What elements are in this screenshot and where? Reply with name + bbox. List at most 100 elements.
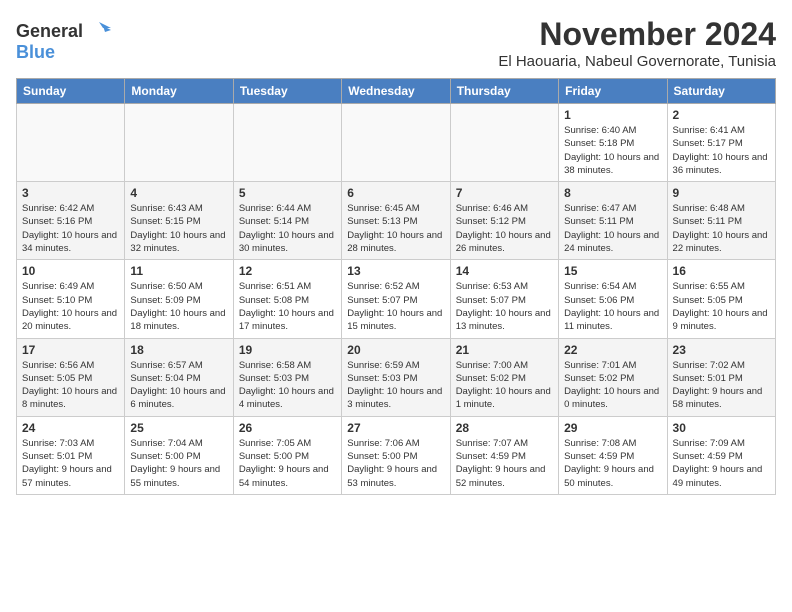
calendar-cell: 8 Sunrise: 6:47 AM Sunset: 5:11 PM Daylig… xyxy=(559,182,667,260)
day-detail: Sunrise: 7:06 AM Sunset: 5:00 PM Dayligh… xyxy=(347,437,444,490)
day-number: 17 xyxy=(22,343,119,357)
logo-general-text: General xyxy=(16,21,83,42)
day-number: 19 xyxy=(239,343,336,357)
calendar-cell xyxy=(450,104,558,182)
day-detail: Sunrise: 6:52 AM Sunset: 5:07 PM Dayligh… xyxy=(347,280,444,333)
day-detail: Sunrise: 6:41 AM Sunset: 5:17 PM Dayligh… xyxy=(673,124,770,177)
logo-bird-icon xyxy=(85,20,111,42)
day-detail: Sunrise: 6:58 AM Sunset: 5:03 PM Dayligh… xyxy=(239,359,336,412)
day-number: 25 xyxy=(130,421,227,435)
calendar-week-row: 1Sunrise: 6:40 AM Sunset: 5:18 PM Daylig… xyxy=(17,104,776,182)
title-block: November 2024 El Haouaria, Nabeul Govern… xyxy=(498,16,776,70)
weekday-header-saturday: Saturday xyxy=(667,79,775,104)
weekday-header-friday: Friday xyxy=(559,79,667,104)
day-detail: Sunrise: 7:02 AM Sunset: 5:01 PM Dayligh… xyxy=(673,359,770,412)
day-detail: Sunrise: 6:46 AM Sunset: 5:12 PM Dayligh… xyxy=(456,202,553,255)
calendar-cell: 5 Sunrise: 6:44 AM Sunset: 5:14 PM Daylig… xyxy=(233,182,341,260)
calendar-cell: 21 Sunrise: 7:00 AM Sunset: 5:02 PM Dayli… xyxy=(450,338,558,416)
day-detail: Sunrise: 7:09 AM Sunset: 4:59 PM Dayligh… xyxy=(673,437,770,490)
day-number: 21 xyxy=(456,343,553,357)
calendar-cell: 22Sunrise: 7:01 AM Sunset: 5:02 PM Dayli… xyxy=(559,338,667,416)
calendar-cell: 26 Sunrise: 7:05 AM Sunset: 5:00 PM Dayli… xyxy=(233,416,341,494)
calendar-cell: 11 Sunrise: 6:50 AM Sunset: 5:09 PM Dayli… xyxy=(125,260,233,338)
day-number: 30 xyxy=(673,421,770,435)
calendar-cell: 10Sunrise: 6:49 AM Sunset: 5:10 PM Dayli… xyxy=(17,260,125,338)
day-detail: Sunrise: 7:05 AM Sunset: 5:00 PM Dayligh… xyxy=(239,437,336,490)
calendar-cell: 3Sunrise: 6:42 AM Sunset: 5:16 PM Daylig… xyxy=(17,182,125,260)
day-detail: Sunrise: 7:04 AM Sunset: 5:00 PM Dayligh… xyxy=(130,437,227,490)
page-header: General Blue November 2024 El Haouaria, … xyxy=(16,16,776,70)
calendar-week-row: 10Sunrise: 6:49 AM Sunset: 5:10 PM Dayli… xyxy=(17,260,776,338)
calendar-cell: 27Sunrise: 7:06 AM Sunset: 5:00 PM Dayli… xyxy=(342,416,450,494)
day-number: 4 xyxy=(130,186,227,200)
weekday-header-sunday: Sunday xyxy=(17,79,125,104)
day-number: 13 xyxy=(347,264,444,278)
day-number: 7 xyxy=(456,186,553,200)
day-detail: Sunrise: 7:08 AM Sunset: 4:59 PM Dayligh… xyxy=(564,437,661,490)
calendar-cell: 16Sunrise: 6:55 AM Sunset: 5:05 PM Dayli… xyxy=(667,260,775,338)
calendar-cell xyxy=(125,104,233,182)
calendar-cell: 12 Sunrise: 6:51 AM Sunset: 5:08 PM Dayli… xyxy=(233,260,341,338)
day-detail: Sunrise: 6:43 AM Sunset: 5:15 PM Dayligh… xyxy=(130,202,227,255)
day-detail: Sunrise: 7:07 AM Sunset: 4:59 PM Dayligh… xyxy=(456,437,553,490)
calendar-cell: 14 Sunrise: 6:53 AM Sunset: 5:07 PM Dayli… xyxy=(450,260,558,338)
day-detail: Sunrise: 6:54 AM Sunset: 5:06 PM Dayligh… xyxy=(564,280,661,333)
calendar-cell: 15Sunrise: 6:54 AM Sunset: 5:06 PM Dayli… xyxy=(559,260,667,338)
day-number: 14 xyxy=(456,264,553,278)
day-detail: Sunrise: 6:48 AM Sunset: 5:11 PM Dayligh… xyxy=(673,202,770,255)
weekday-header-wednesday: Wednesday xyxy=(342,79,450,104)
calendar-cell: 28 Sunrise: 7:07 AM Sunset: 4:59 PM Dayli… xyxy=(450,416,558,494)
calendar-cell: 23 Sunrise: 7:02 AM Sunset: 5:01 PM Dayli… xyxy=(667,338,775,416)
day-detail: Sunrise: 6:44 AM Sunset: 5:14 PM Dayligh… xyxy=(239,202,336,255)
day-number: 9 xyxy=(673,186,770,200)
day-detail: Sunrise: 6:59 AM Sunset: 5:03 PM Dayligh… xyxy=(347,359,444,412)
day-number: 20 xyxy=(347,343,444,357)
day-detail: Sunrise: 7:03 AM Sunset: 5:01 PM Dayligh… xyxy=(22,437,119,490)
calendar-cell: 1Sunrise: 6:40 AM Sunset: 5:18 PM Daylig… xyxy=(559,104,667,182)
day-number: 11 xyxy=(130,264,227,278)
day-detail: Sunrise: 6:50 AM Sunset: 5:09 PM Dayligh… xyxy=(130,280,227,333)
logo: General Blue xyxy=(16,20,111,63)
day-number: 28 xyxy=(456,421,553,435)
calendar-cell: 17 Sunrise: 6:56 AM Sunset: 5:05 PM Dayli… xyxy=(17,338,125,416)
day-number: 18 xyxy=(130,343,227,357)
calendar-cell: 4 Sunrise: 6:43 AM Sunset: 5:15 PM Daylig… xyxy=(125,182,233,260)
calendar-cell: 30 Sunrise: 7:09 AM Sunset: 4:59 PM Dayli… xyxy=(667,416,775,494)
day-detail: Sunrise: 6:56 AM Sunset: 5:05 PM Dayligh… xyxy=(22,359,119,412)
calendar-table: SundayMondayTuesdayWednesdayThursdayFrid… xyxy=(16,78,776,495)
calendar-cell: 6Sunrise: 6:45 AM Sunset: 5:13 PM Daylig… xyxy=(342,182,450,260)
day-number: 24 xyxy=(22,421,119,435)
day-number: 16 xyxy=(673,264,770,278)
weekday-header-tuesday: Tuesday xyxy=(233,79,341,104)
day-number: 23 xyxy=(673,343,770,357)
calendar-week-row: 17 Sunrise: 6:56 AM Sunset: 5:05 PM Dayli… xyxy=(17,338,776,416)
calendar-cell xyxy=(17,104,125,182)
day-number: 29 xyxy=(564,421,661,435)
day-number: 10 xyxy=(22,264,119,278)
calendar-cell: 9 Sunrise: 6:48 AM Sunset: 5:11 PM Daylig… xyxy=(667,182,775,260)
day-detail: Sunrise: 6:57 AM Sunset: 5:04 PM Dayligh… xyxy=(130,359,227,412)
day-number: 3 xyxy=(22,186,119,200)
calendar-cell: 24 Sunrise: 7:03 AM Sunset: 5:01 PM Dayli… xyxy=(17,416,125,494)
calendar-header-row: SundayMondayTuesdayWednesdayThursdayFrid… xyxy=(17,79,776,104)
day-number: 8 xyxy=(564,186,661,200)
calendar-week-row: 24 Sunrise: 7:03 AM Sunset: 5:01 PM Dayli… xyxy=(17,416,776,494)
day-number: 2 xyxy=(673,108,770,122)
day-number: 5 xyxy=(239,186,336,200)
calendar-cell xyxy=(233,104,341,182)
calendar-cell: 25 Sunrise: 7:04 AM Sunset: 5:00 PM Dayli… xyxy=(125,416,233,494)
day-number: 26 xyxy=(239,421,336,435)
day-number: 12 xyxy=(239,264,336,278)
month-title: November 2024 xyxy=(498,16,776,53)
day-detail: Sunrise: 7:00 AM Sunset: 5:02 PM Dayligh… xyxy=(456,359,553,412)
weekday-header-thursday: Thursday xyxy=(450,79,558,104)
day-number: 22 xyxy=(564,343,661,357)
calendar-cell: 29 Sunrise: 7:08 AM Sunset: 4:59 PM Dayli… xyxy=(559,416,667,494)
day-detail: Sunrise: 6:53 AM Sunset: 5:07 PM Dayligh… xyxy=(456,280,553,333)
day-detail: Sunrise: 6:47 AM Sunset: 5:11 PM Dayligh… xyxy=(564,202,661,255)
day-detail: Sunrise: 6:40 AM Sunset: 5:18 PM Dayligh… xyxy=(564,124,661,177)
location-title: El Haouaria, Nabeul Governorate, Tunisia xyxy=(498,53,776,70)
day-detail: Sunrise: 6:51 AM Sunset: 5:08 PM Dayligh… xyxy=(239,280,336,333)
weekday-header-monday: Monday xyxy=(125,79,233,104)
day-number: 6 xyxy=(347,186,444,200)
